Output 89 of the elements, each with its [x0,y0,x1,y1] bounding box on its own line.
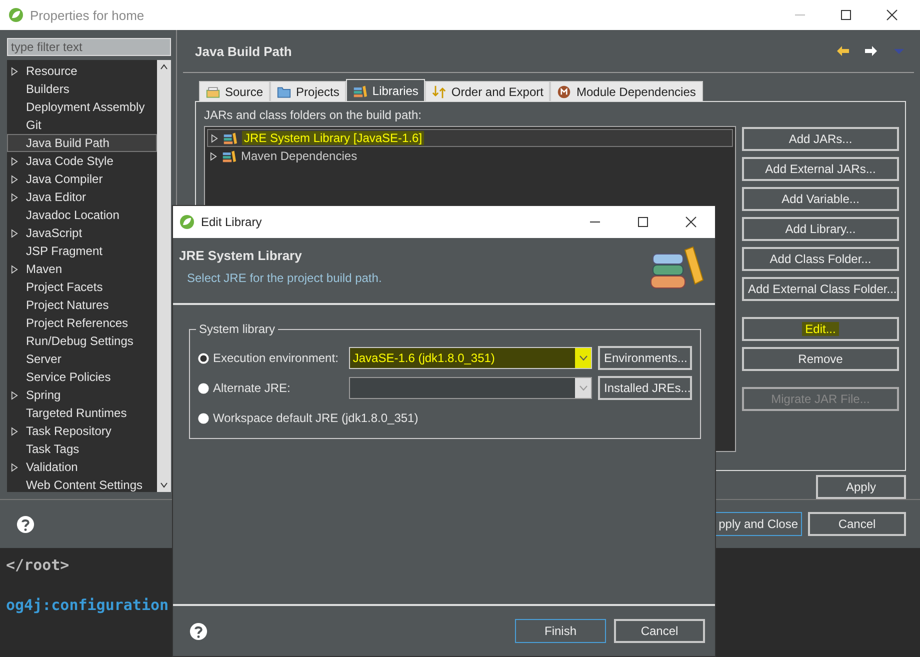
tree-item[interactable]: Task Tags [7,440,157,458]
tree-item[interactable]: Resource [7,62,157,80]
radio-button[interactable] [198,382,209,394]
radio-button[interactable] [198,352,209,364]
scrollbar[interactable] [157,60,171,492]
books-icon [222,149,236,163]
tree-item[interactable]: Git [7,116,157,134]
option-label[interactable]: Execution environment: [213,351,338,365]
side-button[interactable]: Add JARs... [742,127,899,151]
tree-item[interactable]: Java Compiler [7,170,157,188]
side-button[interactable]: Add Variable... [742,187,899,211]
tree-item[interactable]: Server [7,350,157,368]
books-icon [223,131,237,145]
option-button[interactable]: Installed JREs... [598,376,692,400]
footer-button[interactable]: Finish [515,619,606,643]
side-button[interactable]: Edit... [742,317,899,341]
tree-item[interactable]: Web Content Settings [7,476,157,494]
close-icon[interactable] [685,216,697,228]
tree-item[interactable]: JavaScript [7,224,157,242]
tree-item[interactable]: Targeted Runtimes [7,404,157,422]
expand-icon[interactable] [11,462,18,472]
page-title: Java Build Path [195,44,292,58]
window-title: Properties for home [30,8,144,22]
leaf-icon [8,7,24,23]
tab[interactable]: Projects [270,81,346,101]
help-icon[interactable] [16,514,35,534]
expand-icon[interactable] [11,66,18,76]
dialog-heading: JRE System Library [179,248,303,263]
tree-item[interactable]: Run/Debug Settings [7,332,157,350]
filter-field[interactable]: type filter text [7,38,171,56]
scroll-down-icon[interactable] [160,482,168,488]
tree-item[interactable]: Java Code Style [7,152,157,170]
code-line: og4j:configuration [6,596,170,614]
option-label[interactable]: Alternate JRE: [213,381,290,395]
side-button[interactable]: Remove [742,347,899,371]
package-icon [206,84,220,98]
folder-icon [277,84,292,98]
side-button[interactable]: Add External JARs... [742,157,899,181]
code-line: </root> [6,556,70,574]
maximize-icon[interactable] [637,216,649,228]
caret-icon[interactable] [578,355,588,361]
dialog-description: Select JRE for the project build path. [186,271,383,285]
tree-item[interactable]: Project References [7,314,157,332]
dialog-title: Edit Library [201,215,262,229]
apply-button[interactable]: Apply [816,475,906,499]
forward-icon[interactable] [864,45,878,57]
group-label: System library [196,322,278,336]
tree-item[interactable]: Maven Dependencies [207,147,733,165]
option-button[interactable]: Environments... [598,346,692,370]
side-button[interactable]: Add External Class Folder... [742,277,899,301]
maximize-icon[interactable] [840,9,852,21]
tree-item[interactable]: Javadoc Location [7,206,157,224]
list-label: JARs and class folders on the build path: [204,108,422,122]
tree-item[interactable]: Project Facets [7,278,157,296]
books-icon [353,84,368,98]
footer-button[interactable]: Cancel [808,512,906,536]
footer-button[interactable]: Cancel [614,619,705,643]
tab[interactable]: Order and Export [425,81,550,101]
tree-item[interactable]: Service Policies [7,368,157,386]
tree-item[interactable]: Java Editor [7,188,157,206]
expand-icon[interactable] [11,426,18,436]
back-icon[interactable] [836,45,850,57]
side-button[interactable]: Add Class Folder... [742,247,899,271]
tree-item[interactable]: Spring [7,386,157,404]
radio-button[interactable] [198,412,209,424]
tree-item[interactable]: Deployment Assembly [7,98,157,116]
expand-icon[interactable] [11,264,18,274]
tab[interactable]: Module Dependencies [550,81,703,101]
tree-item[interactable]: JSP Fragment [7,242,157,260]
tree-item[interactable]: Maven [7,260,157,278]
tree-item[interactable]: Project Natures [7,296,157,314]
tree-item[interactable]: Builders [7,80,157,98]
close-icon[interactable] [886,9,898,21]
expand-icon[interactable] [11,228,18,238]
tree-item[interactable]: Task Repository [7,422,157,440]
tab[interactable]: Source [199,81,270,101]
leaf-icon [179,214,195,230]
tree-item[interactable]: Java Build Path [7,134,157,152]
tree-item[interactable]: JRE System Library [JavaSE-1.6] [207,129,733,147]
module-icon [557,84,572,98]
side-button[interactable]: Add Library... [742,217,899,241]
help-icon[interactable] [189,622,208,640]
scroll-up-icon[interactable] [160,64,168,70]
tree-item[interactable]: Validation [7,458,157,476]
option-label[interactable]: Workspace default JRE (jdk1.8.0_351) [213,411,418,425]
expand-icon[interactable] [11,390,18,400]
tab[interactable]: Libraries [346,79,426,101]
arrows-icon [432,84,446,98]
environment-dropdown[interactable]: JavaSE-1.6 (jdk1.8.0_351) [348,347,592,369]
